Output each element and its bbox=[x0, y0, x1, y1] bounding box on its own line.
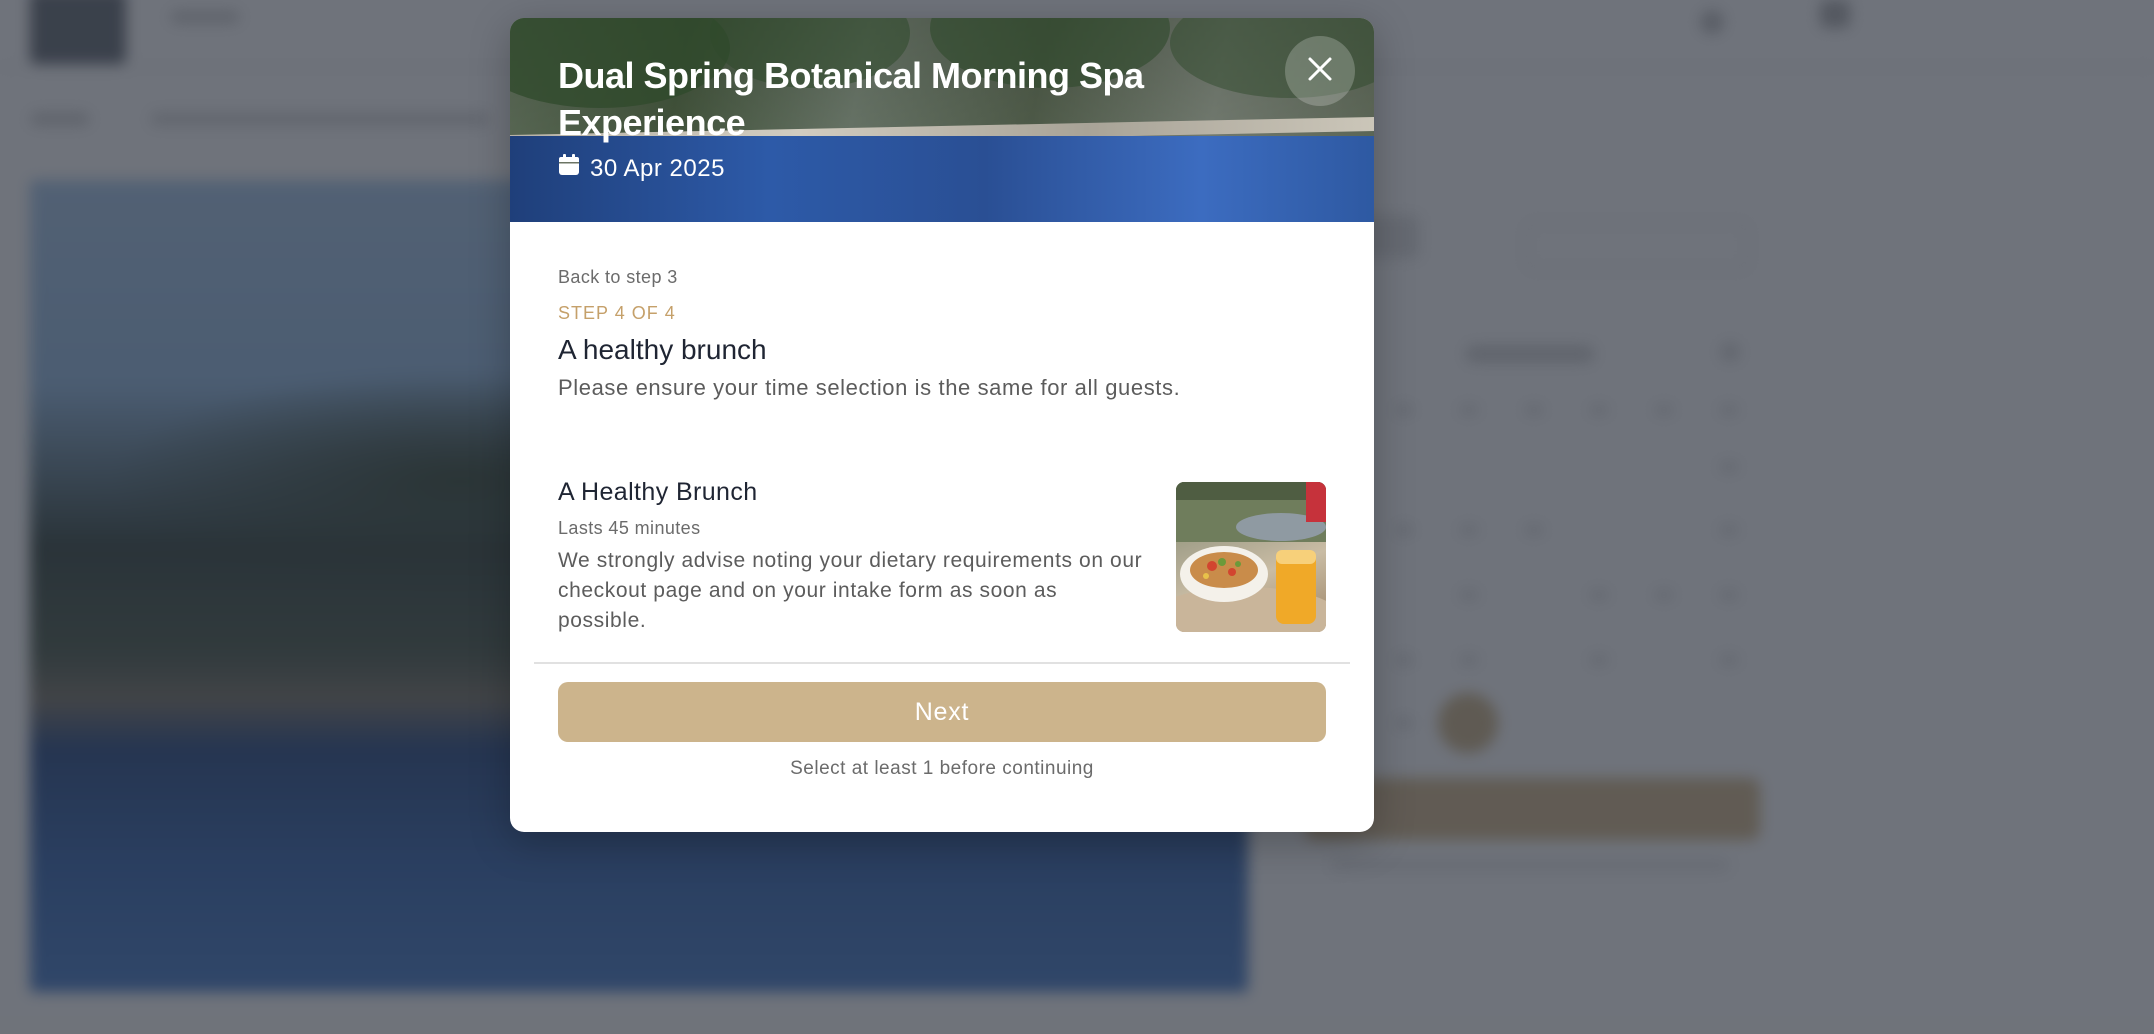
experience-title: Dual Spring Botanical Morning Spa Experi… bbox=[558, 55, 1144, 143]
booking-modal: Dual Spring Botanical Morning Spa Experi… bbox=[510, 18, 1374, 832]
experience-date: 30 Apr 2025 bbox=[558, 154, 725, 183]
calendar-icon bbox=[558, 154, 580, 183]
close-button[interactable] bbox=[1285, 36, 1355, 106]
step-indicator: STEP 4 OF 4 bbox=[558, 303, 676, 323]
next-button[interactable]: Next bbox=[558, 682, 1326, 742]
brunch-image bbox=[1176, 482, 1326, 632]
option-name: A Healthy Brunch bbox=[558, 478, 758, 506]
modal-header-image: Dual Spring Botanical Morning Spa Experi… bbox=[510, 18, 1374, 222]
brunch-option[interactable]: A Healthy Brunch Lasts 45 minutes We str… bbox=[534, 456, 1350, 664]
option-duration: Lasts 45 minutes bbox=[558, 518, 701, 538]
back-to-step-link[interactable]: Back to step 3 bbox=[558, 267, 678, 288]
close-icon bbox=[1307, 56, 1333, 87]
option-description: We strongly advise noting your dietary r… bbox=[558, 549, 1143, 632]
step-title: A healthy brunch bbox=[558, 334, 767, 365]
date-label: 30 Apr 2025 bbox=[590, 154, 725, 182]
step-description: Please ensure your time selection is the… bbox=[558, 375, 1181, 400]
selection-hint: Select at least 1 before continuing bbox=[790, 758, 1094, 779]
